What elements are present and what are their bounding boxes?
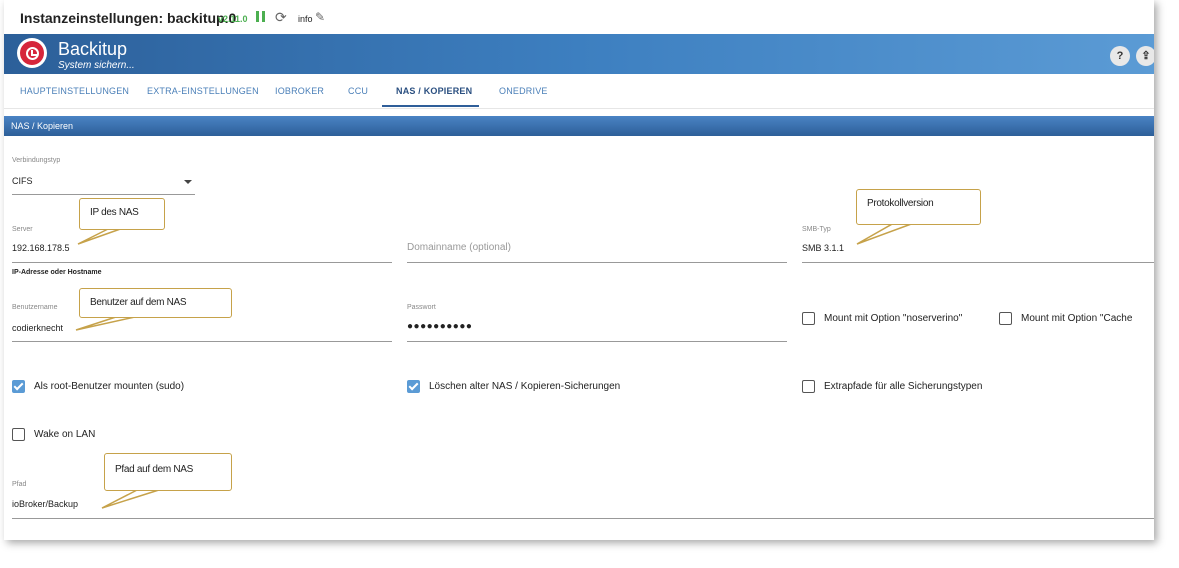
version-label: v2.11.0 xyxy=(218,14,248,24)
tab-extra-einstellungen[interactable]: EXTRA-EINSTELLUNGEN xyxy=(147,86,259,96)
tab-onedrive[interactable]: ONEDRIVE xyxy=(499,86,548,96)
server-underline xyxy=(12,262,392,263)
server-helper-text: IP-Adresse oder Hostname xyxy=(12,269,102,276)
callout-path-text: Pfad auf dem NAS xyxy=(115,464,194,475)
username-underline xyxy=(12,341,392,342)
path-underline xyxy=(12,518,1154,519)
username-label: Benutzername xyxy=(12,304,58,311)
connection-type-underline xyxy=(12,194,195,195)
tab-iobroker[interactable]: IOBROKER xyxy=(275,86,324,96)
delete-old-backups-label: Löschen alter NAS / Kopieren-Sicherungen xyxy=(429,381,621,392)
sudo-checkbox[interactable] xyxy=(12,380,25,393)
app-subtitle: System sichern... xyxy=(58,60,135,71)
cache-label: Mount mit Option "Cache xyxy=(1021,313,1133,324)
title-bar: Instanzeinstellungen: backitup.0 v2.11.0… xyxy=(4,0,1154,34)
username-input[interactable]: codierknecht xyxy=(12,323,63,333)
help-button[interactable]: ? xyxy=(1110,46,1130,66)
callout-protocol: Protokollversion xyxy=(856,189,981,225)
app-name: Backitup xyxy=(58,39,128,59)
path-label: Pfad xyxy=(12,481,27,488)
pause-icon[interactable] xyxy=(256,11,266,22)
domain-underline xyxy=(407,262,787,263)
tab-nas-kopieren[interactable]: NAS / KOPIEREN xyxy=(396,86,472,96)
callout-ip: IP des NAS xyxy=(79,198,165,230)
wake-on-lan-label: Wake on LAN xyxy=(34,429,96,440)
window-title: Instanzeinstellungen: backitup.0 xyxy=(20,10,237,26)
tab-ccu[interactable]: CCU xyxy=(348,86,368,96)
upload-button[interactable]: ⇪ xyxy=(1136,46,1154,66)
callout-protocol-text: Protokollversion xyxy=(867,198,934,209)
sudo-label: Als root-Benutzer mounten (sudo) xyxy=(34,381,185,392)
reload-icon[interactable]: ⟳ xyxy=(275,9,287,26)
password-input[interactable]: ●●●●●●●●●● xyxy=(407,321,472,332)
domain-input[interactable]: Domainname (optional) xyxy=(407,242,511,253)
callout-ip-text: IP des NAS xyxy=(90,207,139,218)
tab-bar: HAUPTEINSTELLUNGEN EXTRA-EINSTELLUNGEN I… xyxy=(4,74,1154,109)
section-title: NAS / Kopieren xyxy=(11,121,74,131)
info-label[interactable]: info xyxy=(298,14,313,24)
noserverino-label: Mount mit Option "noserverino" xyxy=(824,313,963,324)
connection-type-label: Verbindungstyp xyxy=(12,157,61,164)
backitup-logo-icon xyxy=(17,38,47,68)
password-label: Passwort xyxy=(407,304,436,311)
active-tab-indicator xyxy=(382,105,479,107)
edit-icon[interactable]: ✎ xyxy=(315,10,325,24)
wake-on-lan-checkbox[interactable] xyxy=(12,428,25,441)
extra-paths-checkbox[interactable] xyxy=(802,380,815,393)
app-header: Backitup System sichern... ? ⇪ xyxy=(4,34,1154,74)
smb-type-select[interactable]: SMB 3.1.1 xyxy=(802,243,844,253)
tab-haupteinstellungen[interactable]: HAUPTEINSTELLUNGEN xyxy=(20,86,129,96)
password-underline xyxy=(407,341,787,342)
callout-user: Benutzer auf dem NAS xyxy=(79,288,232,318)
delete-old-backups-checkbox[interactable] xyxy=(407,380,420,393)
callout-user-text: Benutzer auf dem NAS xyxy=(90,297,187,308)
server-input[interactable]: 192.168.178.5 xyxy=(12,243,70,253)
chevron-down-icon[interactable] xyxy=(184,180,192,184)
server-label: Server xyxy=(12,226,33,233)
extra-paths-label: Extrapfade für alle Sicherungstypen xyxy=(824,381,983,392)
noserverino-checkbox[interactable] xyxy=(802,312,815,325)
smb-type-underline xyxy=(802,262,1154,263)
settings-page: Instanzeinstellungen: backitup.0 v2.11.0… xyxy=(4,0,1154,540)
connection-type-select[interactable]: CIFS xyxy=(12,176,33,186)
path-input[interactable]: ioBroker/Backup xyxy=(12,499,78,509)
cache-checkbox[interactable] xyxy=(999,312,1012,325)
smb-type-label: SMB-Typ xyxy=(802,226,831,233)
callout-path: Pfad auf dem NAS xyxy=(104,453,232,491)
section-header: NAS / Kopieren xyxy=(4,116,1154,136)
